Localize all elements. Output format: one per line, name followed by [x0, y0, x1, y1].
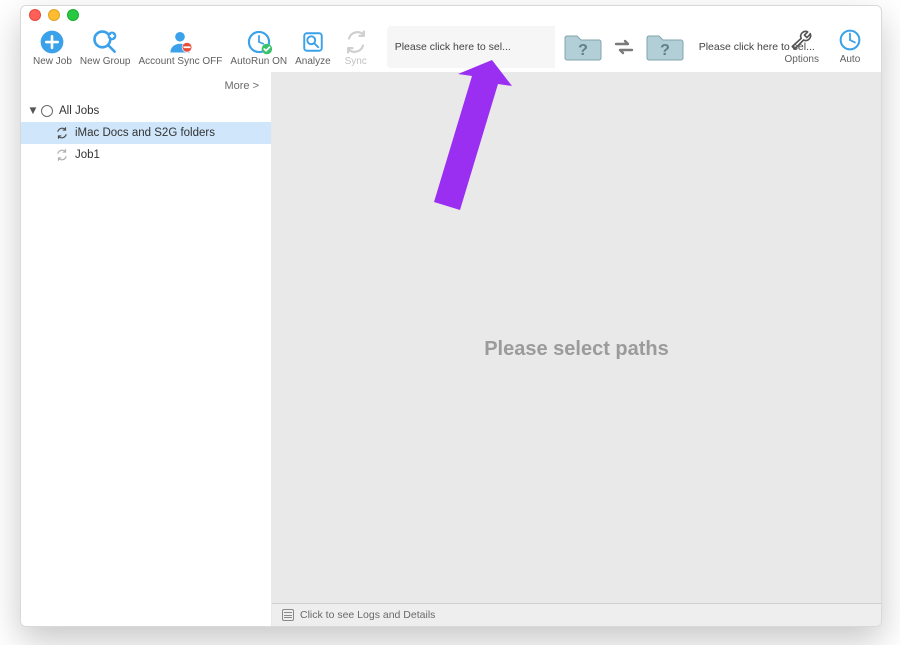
auto-label: Auto	[840, 54, 861, 65]
tree-item-imac-docs[interactable]: iMac Docs and S2G folders	[21, 122, 271, 144]
status-text: Click to see Logs and Details	[300, 609, 435, 621]
jobs-sidebar: More > ▼ All Jobs iMac Docs and S2G fold…	[21, 72, 272, 626]
clock-check-icon	[242, 28, 276, 56]
status-bar[interactable]: Click to see Logs and Details	[272, 603, 881, 626]
more-link[interactable]: More >	[21, 72, 271, 100]
toolbar-right-group: Options Auto	[781, 24, 871, 65]
job-tree: ▼ All Jobs iMac Docs and S2G folders	[21, 100, 271, 626]
wrench-icon	[785, 26, 819, 54]
left-path-text: Please click here to sel...	[395, 41, 511, 53]
sync-small-icon	[55, 126, 69, 140]
sync-label: Sync	[345, 56, 367, 67]
search-plus-icon	[88, 28, 122, 56]
sync-button[interactable]: Sync	[335, 26, 377, 67]
account-sync-label: Account Sync OFF	[138, 56, 222, 67]
sync-small-icon	[55, 148, 69, 162]
autorun-label: AutoRun ON	[230, 56, 287, 67]
main-toolbar: New Job New Group Account Sync OFF AutoR…	[21, 24, 881, 72]
svg-text:?: ?	[660, 42, 670, 59]
tree-item-label: Job1	[75, 149, 100, 161]
new-group-button[interactable]: New Group	[76, 26, 135, 67]
options-button[interactable]: Options	[781, 24, 823, 65]
auto-button[interactable]: Auto	[829, 24, 871, 65]
analyze-label: Analyze	[295, 56, 331, 67]
analyze-icon	[296, 28, 330, 56]
tree-root-label: All Jobs	[59, 105, 99, 117]
right-folder-icon[interactable]: ?	[643, 30, 687, 64]
main-content-area: Please select paths Click to see Logs an…	[272, 72, 881, 626]
app-window: New Job New Group Account Sync OFF AutoR…	[20, 5, 882, 627]
new-job-button[interactable]: New Job	[29, 26, 76, 67]
clock-icon	[833, 26, 867, 54]
circle-outline-icon	[41, 105, 53, 117]
autorun-button[interactable]: AutoRun ON	[226, 26, 291, 67]
new-group-label: New Group	[80, 56, 131, 67]
work-area: More > ▼ All Jobs iMac Docs and S2G fold…	[21, 72, 881, 626]
tree-root-all-jobs[interactable]: ▼ All Jobs	[21, 100, 271, 122]
sync-arrows-icon	[339, 28, 373, 56]
left-path-selector[interactable]: Please click here to sel...	[387, 26, 555, 68]
list-icon	[282, 609, 294, 621]
empty-state-text: Please select paths	[484, 338, 669, 361]
analyze-button[interactable]: Analyze	[291, 26, 335, 67]
swap-direction-icon[interactable]	[611, 34, 637, 60]
window-maximize-button[interactable]	[67, 9, 79, 21]
tree-item-job1[interactable]: Job1	[21, 144, 271, 166]
window-titlebar	[21, 6, 881, 24]
path-selector-area: Please click here to sel... ? ? Please c…	[387, 26, 815, 68]
plus-circle-icon	[35, 28, 69, 56]
svg-text:?: ?	[578, 42, 588, 59]
disclosure-triangle-icon: ▼	[27, 105, 39, 117]
user-sync-icon	[163, 28, 197, 56]
tree-item-label: iMac Docs and S2G folders	[75, 127, 215, 139]
window-close-button[interactable]	[29, 9, 41, 21]
new-job-label: New Job	[33, 56, 72, 67]
account-sync-button[interactable]: Account Sync OFF	[134, 26, 226, 67]
options-label: Options	[785, 54, 819, 65]
left-folder-icon[interactable]: ?	[561, 30, 605, 64]
window-minimize-button[interactable]	[48, 9, 60, 21]
